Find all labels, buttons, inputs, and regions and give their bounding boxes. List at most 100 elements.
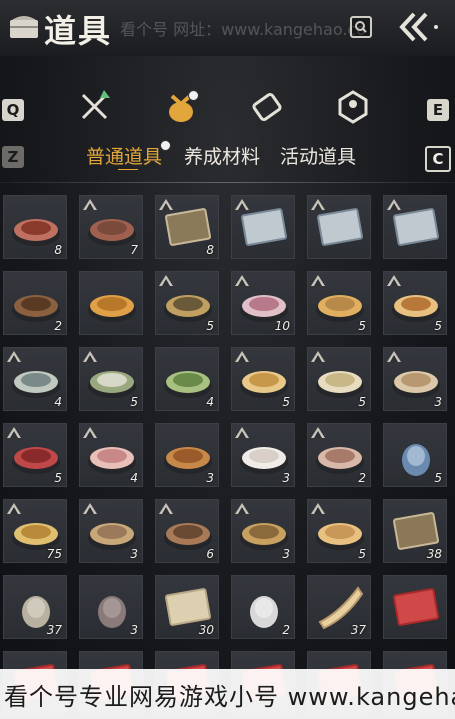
inventory-item[interactable]: 3 xyxy=(79,499,143,563)
item-quantity: 3 xyxy=(434,395,442,409)
inventory-item[interactable]: 4 xyxy=(3,347,67,411)
inventory-item[interactable]: 5 xyxy=(3,423,67,487)
rank-badge-icon xyxy=(387,199,401,210)
inventory-item[interactable]: 5 xyxy=(307,347,371,411)
rank-badge-icon xyxy=(7,427,21,438)
item-quantity: 7 xyxy=(130,243,138,257)
inventory-item[interactable]: 3 xyxy=(231,423,295,487)
inventory-item[interactable]: 5 xyxy=(307,499,371,563)
item-quantity: 3 xyxy=(282,547,290,561)
item-quantity: 30 xyxy=(198,623,214,637)
red-envelope-icon xyxy=(393,588,439,626)
item-quantity: 10 xyxy=(274,319,290,333)
rank-badge-icon xyxy=(83,199,97,210)
item-quantity: 5 xyxy=(358,395,366,409)
subtab-event-items[interactable]: 活动道具 xyxy=(280,142,356,169)
inventory-item[interactable]: 3 xyxy=(383,347,447,411)
rank-badge-icon xyxy=(311,503,325,514)
inventory-item[interactable] xyxy=(79,271,143,335)
prev-tab-key[interactable]: Q xyxy=(2,99,24,121)
item-quantity: 2 xyxy=(282,623,290,637)
footer-watermark-text: 看个号专业网易游戏小号 www.kangehao.co xyxy=(4,683,455,711)
rank-badge-icon xyxy=(387,351,401,362)
rank-badge-icon xyxy=(311,351,325,362)
rank-badge-icon xyxy=(7,503,21,514)
item-quantity: 37 xyxy=(350,623,366,637)
footer-watermark: 看个号专业网易游戏小号 www.kangehao.co xyxy=(0,669,455,719)
item-quantity: 37 xyxy=(46,623,62,637)
inventory-item[interactable]: 2 xyxy=(3,271,67,335)
inventory-item[interactable]: 30 xyxy=(155,575,219,639)
subtab-normal-items[interactable]: 普通道具 xyxy=(86,142,162,169)
tab-items[interactable] xyxy=(164,90,199,124)
divider xyxy=(0,182,455,183)
watermark-text: 看个号 网址：www.kangehao.co xyxy=(120,20,367,39)
buns-icon xyxy=(88,295,136,322)
back-icon[interactable] xyxy=(398,10,444,44)
inventory-item[interactable]: 3 xyxy=(231,499,295,563)
item-quantity: 4 xyxy=(130,471,138,485)
rank-badge-icon xyxy=(311,199,325,210)
inventory-item[interactable]: 38 xyxy=(383,499,447,563)
rank-badge-icon xyxy=(311,275,325,286)
item-quantity: 4 xyxy=(206,395,214,409)
inventory-item[interactable]: 8 xyxy=(155,195,219,259)
inventory-item[interactable]: 37 xyxy=(3,575,67,639)
inventory-item[interactable]: 5 xyxy=(383,271,447,335)
rank-badge-icon xyxy=(235,199,249,210)
inventory-item[interactable]: 7 xyxy=(79,195,143,259)
inventory-item[interactable]: 10 xyxy=(231,271,295,335)
inventory-item[interactable]: 5 xyxy=(383,423,447,487)
item-quantity: 5 xyxy=(54,471,62,485)
clock-badge-icon xyxy=(188,90,199,101)
scroll-icon xyxy=(252,92,282,122)
inventory-item[interactable]: 6 xyxy=(155,499,219,563)
inventory-item[interactable]: 75 xyxy=(3,499,67,563)
item-quantity: 5 xyxy=(282,395,290,409)
inventory-item[interactable]: 5 xyxy=(79,347,143,411)
rank-badge-icon xyxy=(83,427,97,438)
inventory-item[interactable]: 5 xyxy=(307,271,371,335)
inventory-item[interactable]: 3 xyxy=(155,423,219,487)
subtab-materials[interactable]: 养成材料 xyxy=(184,142,260,169)
rank-badge-icon xyxy=(387,275,401,286)
item-quantity: 5 xyxy=(358,547,366,561)
inventory-item[interactable] xyxy=(383,575,447,639)
tab-scrolls[interactable] xyxy=(250,90,284,124)
inventory-item[interactable] xyxy=(231,195,295,259)
inventory-item[interactable]: 4 xyxy=(79,423,143,487)
rank-badge-icon xyxy=(83,503,97,514)
weapons-icon xyxy=(81,90,110,120)
tab-gems[interactable] xyxy=(336,90,370,124)
inventory-item[interactable] xyxy=(383,195,447,259)
rank-badge-icon xyxy=(159,199,173,210)
item-quantity: 75 xyxy=(46,547,62,561)
active-subtab-indicator xyxy=(118,169,138,170)
inventory-item[interactable] xyxy=(307,195,371,259)
inventory-item[interactable]: 2 xyxy=(231,575,295,639)
inventory-item[interactable]: 8 xyxy=(3,195,67,259)
clock-badge-icon xyxy=(160,140,171,151)
inventory-item[interactable]: 5 xyxy=(155,271,219,335)
inventory-item[interactable]: 4 xyxy=(155,347,219,411)
search-button[interactable] xyxy=(350,16,372,38)
rank-badge-icon xyxy=(235,427,249,438)
item-quantity: 2 xyxy=(358,471,366,485)
inventory-item[interactable]: 2 xyxy=(307,423,371,487)
item-quantity: 8 xyxy=(206,243,214,257)
inventory-item[interactable]: 3 xyxy=(79,575,143,639)
item-quantity: 2 xyxy=(54,319,62,333)
rank-badge-icon xyxy=(159,503,173,514)
item-quantity: 5 xyxy=(434,319,442,333)
item-quantity: 5 xyxy=(434,471,442,485)
inventory-item[interactable]: 5 xyxy=(231,347,295,411)
next-tab-key[interactable]: E xyxy=(427,99,449,121)
search-icon xyxy=(355,21,367,33)
inventory-item[interactable]: 37 xyxy=(307,575,371,639)
subtab-bar: 普通道具 养成材料 活动道具 xyxy=(0,140,455,172)
rank-badge-icon xyxy=(235,503,249,514)
tab-weapons[interactable] xyxy=(78,90,112,124)
rank-badge-icon xyxy=(159,275,173,286)
page-title: 道具 xyxy=(44,12,113,50)
inventory-icon xyxy=(10,16,38,38)
